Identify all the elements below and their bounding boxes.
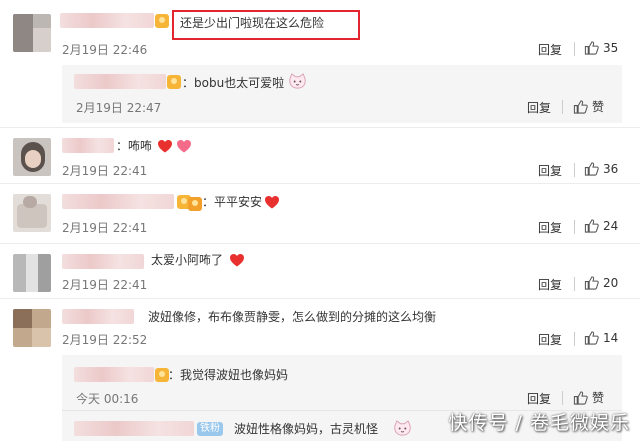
comment-3: ：平平安安 2月19日 22:41 回复 24 [0,184,640,242]
timestamp: 2月19日 22:52 [62,333,148,347]
like-button[interactable]: 24 [584,218,618,233]
username-blurred[interactable] [62,309,134,324]
reply-text: ：bobu也太可爱啦 [182,76,285,90]
thumbs-up-icon [573,391,588,405]
thumbs-up-icon [584,41,599,55]
like-button[interactable]: 赞 [573,389,604,406]
like-count: 20 [603,275,619,290]
divider [574,332,575,346]
avatar[interactable] [13,14,51,52]
heart-icon [265,196,279,209]
like-count: 24 [603,218,619,233]
divider [574,42,575,56]
heart-icon [158,140,172,153]
like-button[interactable]: 赞 [573,98,604,115]
fan-badge: 铁粉 [197,422,223,436]
watermark: 快传号 / 卷毛微娱乐 [448,412,630,434]
comment-text: 还是少出门啦现在这么危险 [180,16,325,30]
like-button[interactable]: 36 [584,161,618,176]
thumbs-up-icon [573,100,588,114]
avatar[interactable] [13,254,51,292]
like-button[interactable]: 20 [584,275,618,290]
reply-text: 波妞性格像妈妈，古灵机怪 [234,422,379,436]
like-button[interactable]: 14 [584,330,618,345]
timestamp: 2月19日 22:41 [62,278,148,292]
divider [562,391,563,405]
reply-button[interactable]: 回复 [538,219,562,236]
timestamp: 2月19日 22:41 [62,164,148,178]
timestamp: 今天 00:16 [76,392,139,406]
username-blurred[interactable] [74,421,194,436]
reply-button[interactable]: 回复 [538,331,562,348]
crown-icon [155,14,169,28]
like-count: 35 [603,40,619,55]
comment-text: 波妞像修，布布像贾静雯，怎么做到的分摊的这么均衡 [148,310,437,324]
username-blurred[interactable] [62,138,114,153]
timestamp: 2月19日 22:47 [76,101,162,115]
reply-button[interactable]: 回复 [538,162,562,179]
username-blurred[interactable] [62,194,174,209]
reply-button[interactable]: 回复 [527,390,551,407]
crown-icon [167,75,181,89]
reply-button[interactable]: 回复 [538,276,562,293]
reply-button[interactable]: 回复 [538,41,562,58]
cat-face-icon [289,73,306,89]
like-count: 14 [603,330,619,345]
heart-icon [230,254,244,267]
divider [574,277,575,291]
thumbs-up-icon [584,162,599,176]
username-blurred[interactable] [74,74,166,89]
comment-text: 太爱小阿咘了 [151,253,224,267]
like-label: 赞 [592,100,605,114]
cat-face-icon [394,420,411,436]
thumbs-up-icon [584,276,599,290]
comment-5: 波妞像修，布布像贾静雯，怎么做到的分摊的这么均衡 2月19日 22:52 回复 … [0,299,640,355]
username-blurred[interactable] [74,367,154,382]
comment-text: ：咘咘 [116,139,153,153]
sub-reply-2: ：我觉得波妞也像妈妈 今天 00:16 回复 赞 [0,355,640,407]
avatar[interactable] [13,194,51,232]
username-blurred[interactable] [62,254,144,269]
crown-icon [155,368,169,382]
like-button[interactable]: 35 [584,40,618,55]
thumbs-up-icon [584,331,599,345]
heart-icon [177,140,191,153]
divider [574,163,575,177]
like-label: 赞 [592,391,605,405]
comment-4: 太爱小阿咘了 2月19日 22:41 回复 20 [0,244,640,298]
timestamp: 2月19日 22:41 [62,221,148,235]
timestamp: 2月19日 22:46 [62,43,148,57]
reply-text: ：我觉得波妞也像妈妈 [168,368,289,382]
comment-2: ：咘咘 2月19日 22:41 回复 36 [0,128,640,182]
avatar[interactable] [13,138,51,176]
reply-button[interactable]: 回复 [527,99,551,116]
comment-text: ：平平安安 [202,195,263,209]
thumbs-up-icon [584,219,599,233]
sub-reply-1: ：bobu也太可爱啦 2月19日 22:47 回复 赞 [0,65,640,123]
username-blurred[interactable] [60,13,154,28]
like-count: 36 [603,161,619,176]
crown-icon [188,197,202,211]
comment-1: 还是少出门啦现在这么危险 2月19日 22:46 回复 35 [0,0,640,66]
divider [574,220,575,234]
avatar[interactable] [13,309,51,347]
divider [562,100,563,114]
